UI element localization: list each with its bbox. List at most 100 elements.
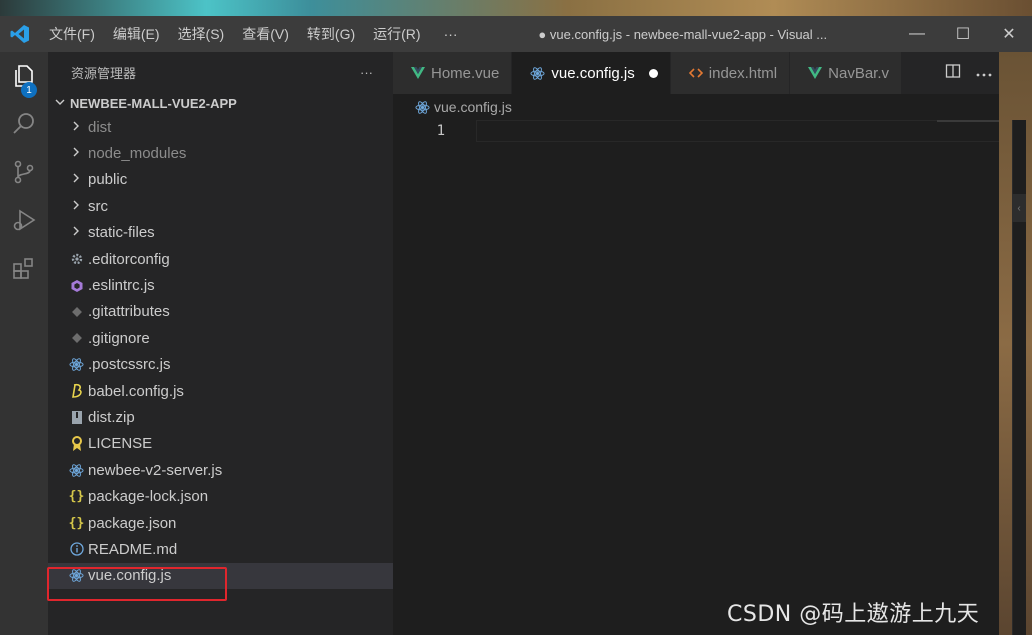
folder-label: src xyxy=(88,197,108,215)
collapse-panel-chevron-icon[interactable]: ‹ xyxy=(1012,194,1026,222)
search-icon[interactable] xyxy=(0,100,48,148)
explorer-badge: 1 xyxy=(21,82,37,98)
file-postcssrc-js[interactable]: .postcssrc.js xyxy=(48,352,393,378)
vscode-logo-icon xyxy=(0,16,40,52)
chevron-right-icon xyxy=(71,225,88,240)
tab-navbar-vue[interactable]: NavBar.v xyxy=(790,52,902,94)
tab-label: Home.vue xyxy=(431,64,500,82)
json-icon: {} xyxy=(68,515,85,531)
chevron-down-icon xyxy=(54,96,70,111)
menu-run[interactable]: 运行(R) xyxy=(364,16,429,52)
react-icon xyxy=(65,463,88,478)
folder-label: public xyxy=(88,171,128,189)
explorer-icon[interactable]: 1 xyxy=(0,52,48,100)
file-gitattributes[interactable]: .gitattributes xyxy=(48,299,393,325)
minimap-edge xyxy=(937,120,999,122)
git-icon xyxy=(65,332,88,344)
file-dist-zip[interactable]: dist.zip xyxy=(48,404,393,430)
folder-src[interactable]: src xyxy=(48,193,393,219)
extensions-icon[interactable] xyxy=(0,244,48,292)
editor-area: Home.vue vue.config.js index.html NavBar… xyxy=(393,52,999,635)
tab-label: NavBar.v xyxy=(828,64,889,82)
tab-home-vue[interactable]: Home.vue xyxy=(393,52,513,94)
explorer-header: 资源管理器 ··· xyxy=(48,52,393,92)
editor-tabs: Home.vue vue.config.js index.html NavBar… xyxy=(393,52,999,94)
split-editor-icon[interactable] xyxy=(945,63,961,84)
menu-selection[interactable]: 选择(S) xyxy=(169,16,234,52)
current-line-highlight[interactable] xyxy=(476,120,999,142)
license-icon xyxy=(65,435,88,452)
workspace-root[interactable]: NEWBEE-MALL-VUE2-APP xyxy=(48,92,393,114)
close-button[interactable]: ✕ xyxy=(986,16,1032,52)
folder-node-modules[interactable]: node_modules xyxy=(48,140,393,166)
tab-label: index.html xyxy=(708,64,778,82)
breadcrumb[interactable]: vue.config.js xyxy=(393,94,999,120)
git-icon xyxy=(65,306,88,318)
file-package-json[interactable]: {} package.json xyxy=(48,510,393,536)
file-label: babel.config.js xyxy=(88,382,184,400)
file-label: newbee-v2-server.js xyxy=(88,461,223,479)
explorer-sidebar: 资源管理器 ··· NEWBEE-MALL-VUE2-APP dist node_… xyxy=(48,52,393,635)
chevron-right-icon xyxy=(71,172,88,187)
file-babel-config-js[interactable]: babel.config.js xyxy=(48,378,393,404)
editor-actions xyxy=(937,52,999,94)
chevron-right-icon xyxy=(71,120,88,135)
menu-go[interactable]: 转到(G) xyxy=(298,16,364,52)
file-readme-md[interactable]: README.md xyxy=(48,536,393,562)
zip-icon xyxy=(65,410,88,425)
breadcrumb-file: vue.config.js xyxy=(434,99,512,115)
menu-file[interactable]: 文件(F) xyxy=(40,16,104,52)
file-editorconfig[interactable]: .editorconfig xyxy=(48,246,393,272)
eslint-icon xyxy=(65,279,88,293)
file-package-lock-json[interactable]: {} package-lock.json xyxy=(48,483,393,509)
explorer-more-button[interactable]: ··· xyxy=(360,65,373,80)
vue-icon xyxy=(411,67,425,79)
menu-bar: 文件(F) 编辑(E) 选择(S) 查看(V) 转到(G) 运行(R) xyxy=(40,16,430,52)
json-icon: {} xyxy=(68,489,85,505)
more-actions-icon[interactable] xyxy=(976,64,992,82)
babel-icon xyxy=(65,383,88,399)
folder-label: dist xyxy=(88,118,112,136)
title-bar: 文件(F) 编辑(E) 选择(S) 查看(V) 转到(G) 运行(R) ··· … xyxy=(0,16,1032,52)
window-title: ● vue.config.js - newbee-mall-vue2-app -… xyxy=(538,26,828,42)
file-label: package.json xyxy=(88,514,177,532)
workspace-root-label: NEWBEE-MALL-VUE2-APP xyxy=(70,95,237,111)
tab-index-html[interactable]: index.html xyxy=(670,52,791,94)
file-label: package-lock.json xyxy=(88,488,209,506)
selection-highlight-box xyxy=(47,567,227,601)
file-newbee-v2-server-js[interactable]: newbee-v2-server.js xyxy=(48,457,393,483)
file-label: .eslintrc.js xyxy=(88,277,155,295)
vue-icon xyxy=(808,67,823,79)
react-icon xyxy=(415,100,430,115)
file-label: LICENSE xyxy=(88,435,153,453)
file-gitignore[interactable]: .gitignore xyxy=(48,325,393,351)
run-debug-icon[interactable] xyxy=(0,196,48,244)
chevron-right-icon xyxy=(71,199,88,214)
file-license[interactable]: LICENSE xyxy=(48,431,393,457)
menu-more-button[interactable]: ··· xyxy=(430,26,472,42)
menu-view[interactable]: 查看(V) xyxy=(233,16,298,52)
source-control-icon[interactable] xyxy=(0,148,48,196)
file-label: .gitattributes xyxy=(88,303,170,321)
code-line[interactable]: 1 xyxy=(393,120,999,142)
tab-vue-config-js[interactable]: vue.config.js xyxy=(512,52,671,94)
maximize-button[interactable]: ☐ xyxy=(940,16,986,52)
folder-public[interactable]: public xyxy=(48,167,393,193)
menu-edit[interactable]: 编辑(E) xyxy=(104,16,169,52)
folder-label: node_modules xyxy=(88,145,187,163)
react-icon xyxy=(65,357,88,372)
desktop-wallpaper xyxy=(0,0,1032,16)
folder-static-files[interactable]: static-files xyxy=(48,220,393,246)
watermark: CSDN @码上遨游上九天 xyxy=(727,602,980,627)
chevron-right-icon xyxy=(71,146,88,161)
tab-label: vue.config.js xyxy=(551,64,635,82)
gear-icon xyxy=(65,252,88,266)
file-label: dist.zip xyxy=(88,408,135,426)
react-icon xyxy=(530,66,545,81)
info-icon xyxy=(65,542,88,557)
folder-dist[interactable]: dist xyxy=(48,114,393,140)
minimize-button[interactable]: — xyxy=(894,16,940,52)
line-number: 1 xyxy=(436,123,445,139)
unsaved-dot-icon[interactable] xyxy=(648,68,658,78)
file-eslintrc-js[interactable]: .eslintrc.js xyxy=(48,272,393,298)
